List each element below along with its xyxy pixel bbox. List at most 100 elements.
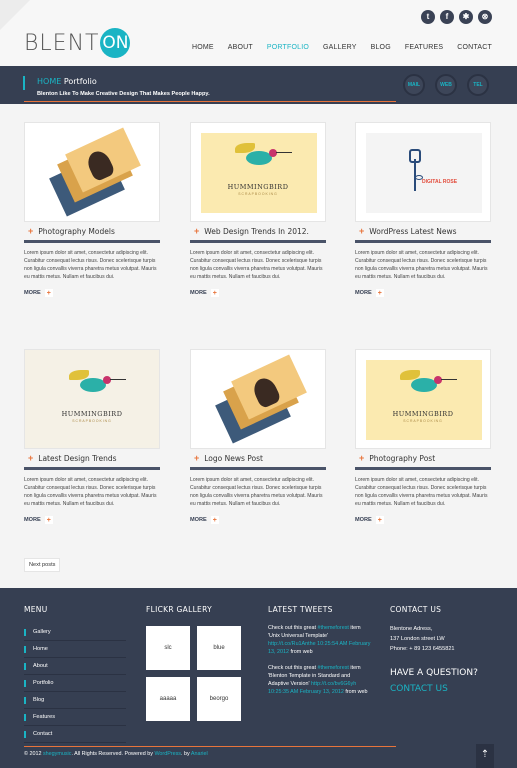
post-title[interactable]: Latest Design Trends: [38, 454, 116, 463]
social-links: t f ✱ ⊗: [421, 10, 492, 24]
breadcrumb-home[interactable]: HOME: [37, 77, 61, 86]
dribbble-icon[interactable]: ⊗: [478, 10, 492, 24]
facebook-icon[interactable]: f: [440, 10, 454, 24]
flickr-thumbnail[interactable]: aaaaa: [146, 677, 190, 721]
contact-us-link[interactable]: CONTACT US: [390, 684, 448, 694]
tweet-text: from web: [343, 689, 368, 695]
footer-menu-label: Contact: [33, 731, 53, 737]
copyright-text: © 2012: [24, 751, 43, 757]
footer-menu-item[interactable]: About: [24, 658, 126, 675]
mail-button[interactable]: MAIL: [403, 74, 425, 96]
post-thumbnail[interactable]: HUMMINGBIRD SCRAPBOOKING: [24, 349, 160, 449]
flickr-icon[interactable]: ✱: [459, 10, 473, 24]
thumb-logo-text: HUMMINGBIRD: [227, 183, 289, 191]
flickr-thumbnail[interactable]: blue: [197, 626, 241, 670]
logo-text: BLENT: [24, 30, 100, 56]
thumb-logo-subtext: SCRAPBOOKING: [72, 419, 112, 423]
footer-menu-label: Blog: [33, 697, 45, 703]
more-label: MORE: [190, 517, 207, 524]
thumb-background: [366, 133, 482, 213]
plus-icon: +: [44, 289, 53, 298]
menu-bullet: [24, 662, 26, 670]
header-corner-decoration: [0, 0, 30, 30]
tweet-hashtag[interactable]: #themeforest: [317, 665, 348, 671]
wordpress-link[interactable]: WordPress: [154, 751, 181, 757]
nav-about[interactable]: ABOUT: [228, 44, 253, 51]
copyright: © 2012 shegymusic. All Rights Reserved. …: [24, 751, 208, 757]
tel-button[interactable]: TEL: [467, 74, 489, 96]
flickr-title: FLICKR GALLERY: [146, 605, 213, 614]
nav-gallery[interactable]: GALLERY: [323, 44, 357, 51]
footer-menu-item[interactable]: Features: [24, 709, 126, 726]
tweet: Check out this great #themeforest item '…: [268, 664, 372, 696]
plus-icon: +: [194, 453, 200, 463]
post-thumbnail[interactable]: [190, 349, 326, 449]
post-title[interactable]: Web Design Trends In 2012.: [204, 227, 309, 236]
web-button[interactable]: WEB: [435, 74, 457, 96]
nav-contact[interactable]: CONTACT: [457, 44, 492, 51]
plus-icon: +: [44, 516, 53, 525]
more-link[interactable]: MORE +: [24, 516, 160, 525]
post-title[interactable]: WordPress Latest News: [369, 227, 456, 236]
flickr-thumbnail[interactable]: beorgo: [197, 677, 241, 721]
thumb-background: [25, 350, 159, 448]
tweet-hashtag[interactable]: #themeforest: [317, 625, 348, 631]
footer-menu-item[interactable]: Gallery: [24, 624, 126, 641]
post-thumbnail[interactable]: HUMMINGBIRD SCRAPBOOKING: [190, 122, 326, 222]
tweet-text: Check out this great: [268, 665, 318, 671]
plus-icon: +: [194, 226, 200, 236]
site-header: BLENT ON t f ✱ ⊗ HOME ABOUT PORTFOLIO GA…: [0, 0, 517, 66]
footer-divider: [24, 746, 396, 747]
more-label: MORE: [24, 290, 41, 297]
post-excerpt: Lorem ipsum dolor sit amet, consectetur …: [355, 477, 488, 508]
footer-menu-label: Home: [33, 646, 48, 652]
page-title-bar: HOME Portfolio Blenton Like To Make Crea…: [0, 66, 517, 104]
portfolio-post: HUMMINGBIRD SCRAPBOOKING + Photography P…: [355, 349, 491, 525]
portfolio-post: HUMMINGBIRD SCRAPBOOKING + Web Design Tr…: [190, 122, 326, 298]
next-posts-button[interactable]: Next posts: [24, 558, 61, 572]
post-excerpt: Lorem ipsum dolor sit amet, consectetur …: [190, 250, 323, 281]
twitter-icon[interactable]: t: [421, 10, 435, 24]
tweet-link[interactable]: http://t.co/Ru1Anthe 10:25:54 AM Februar…: [268, 641, 370, 655]
footer-menu-item[interactable]: Blog: [24, 692, 126, 709]
menu-bullet: [24, 628, 26, 636]
copyright-site-link[interactable]: shegymusic: [43, 751, 71, 757]
more-link[interactable]: MORE +: [355, 289, 491, 298]
more-link[interactable]: MORE +: [355, 516, 491, 525]
nav-home[interactable]: HOME: [192, 44, 214, 51]
nav-features[interactable]: FEATURES: [405, 44, 443, 51]
plus-icon: +: [28, 226, 34, 236]
footer-menu-item[interactable]: Portfolio: [24, 675, 126, 692]
nav-portfolio[interactable]: PORTFOLIO: [267, 44, 309, 51]
menu-bullet: [24, 696, 26, 704]
post-title[interactable]: Photography Post: [369, 454, 435, 463]
portfolio-post: DIGITAL ROSE + WordPress Latest News Lor…: [355, 122, 491, 298]
title-accent-bar: [23, 76, 25, 90]
footer-menu-item[interactable]: Home: [24, 641, 126, 658]
more-link[interactable]: MORE +: [190, 289, 326, 298]
site-logo[interactable]: BLENT ON: [24, 28, 131, 58]
back-to-top-button[interactable]: ⇡: [476, 744, 494, 768]
footer-menu-title: MENU: [24, 605, 48, 614]
footer-menu-label: About: [33, 663, 48, 669]
more-link[interactable]: MORE +: [190, 516, 326, 525]
post-title[interactable]: Photography Models: [38, 227, 115, 236]
bird-beak-shape: [110, 379, 126, 380]
author-link[interactable]: Anariel: [191, 751, 208, 757]
flickr-thumbnail[interactable]: slc: [146, 626, 190, 670]
footer-menu-item[interactable]: Contact: [24, 726, 126, 743]
thumb-logo-subtext: SCRAPBOOKING: [238, 192, 278, 196]
post-thumbnail[interactable]: DIGITAL ROSE: [355, 122, 491, 222]
tweet-text: from web: [288, 649, 313, 655]
nav-blog[interactable]: BLOG: [371, 44, 391, 51]
post-title[interactable]: Logo News Post: [204, 454, 263, 463]
plus-icon: +: [359, 226, 365, 236]
post-thumbnail[interactable]: HUMMINGBIRD SCRAPBOOKING: [355, 349, 491, 449]
post-thumbnail[interactable]: [24, 122, 160, 222]
bird-beak-shape: [276, 152, 292, 153]
menu-bullet: [24, 713, 26, 721]
more-link[interactable]: MORE +: [24, 289, 160, 298]
contact-title: CONTACT US: [390, 605, 442, 614]
post-title-bar: + Logo News Post: [190, 449, 326, 470]
bird-head-shape: [434, 376, 442, 384]
